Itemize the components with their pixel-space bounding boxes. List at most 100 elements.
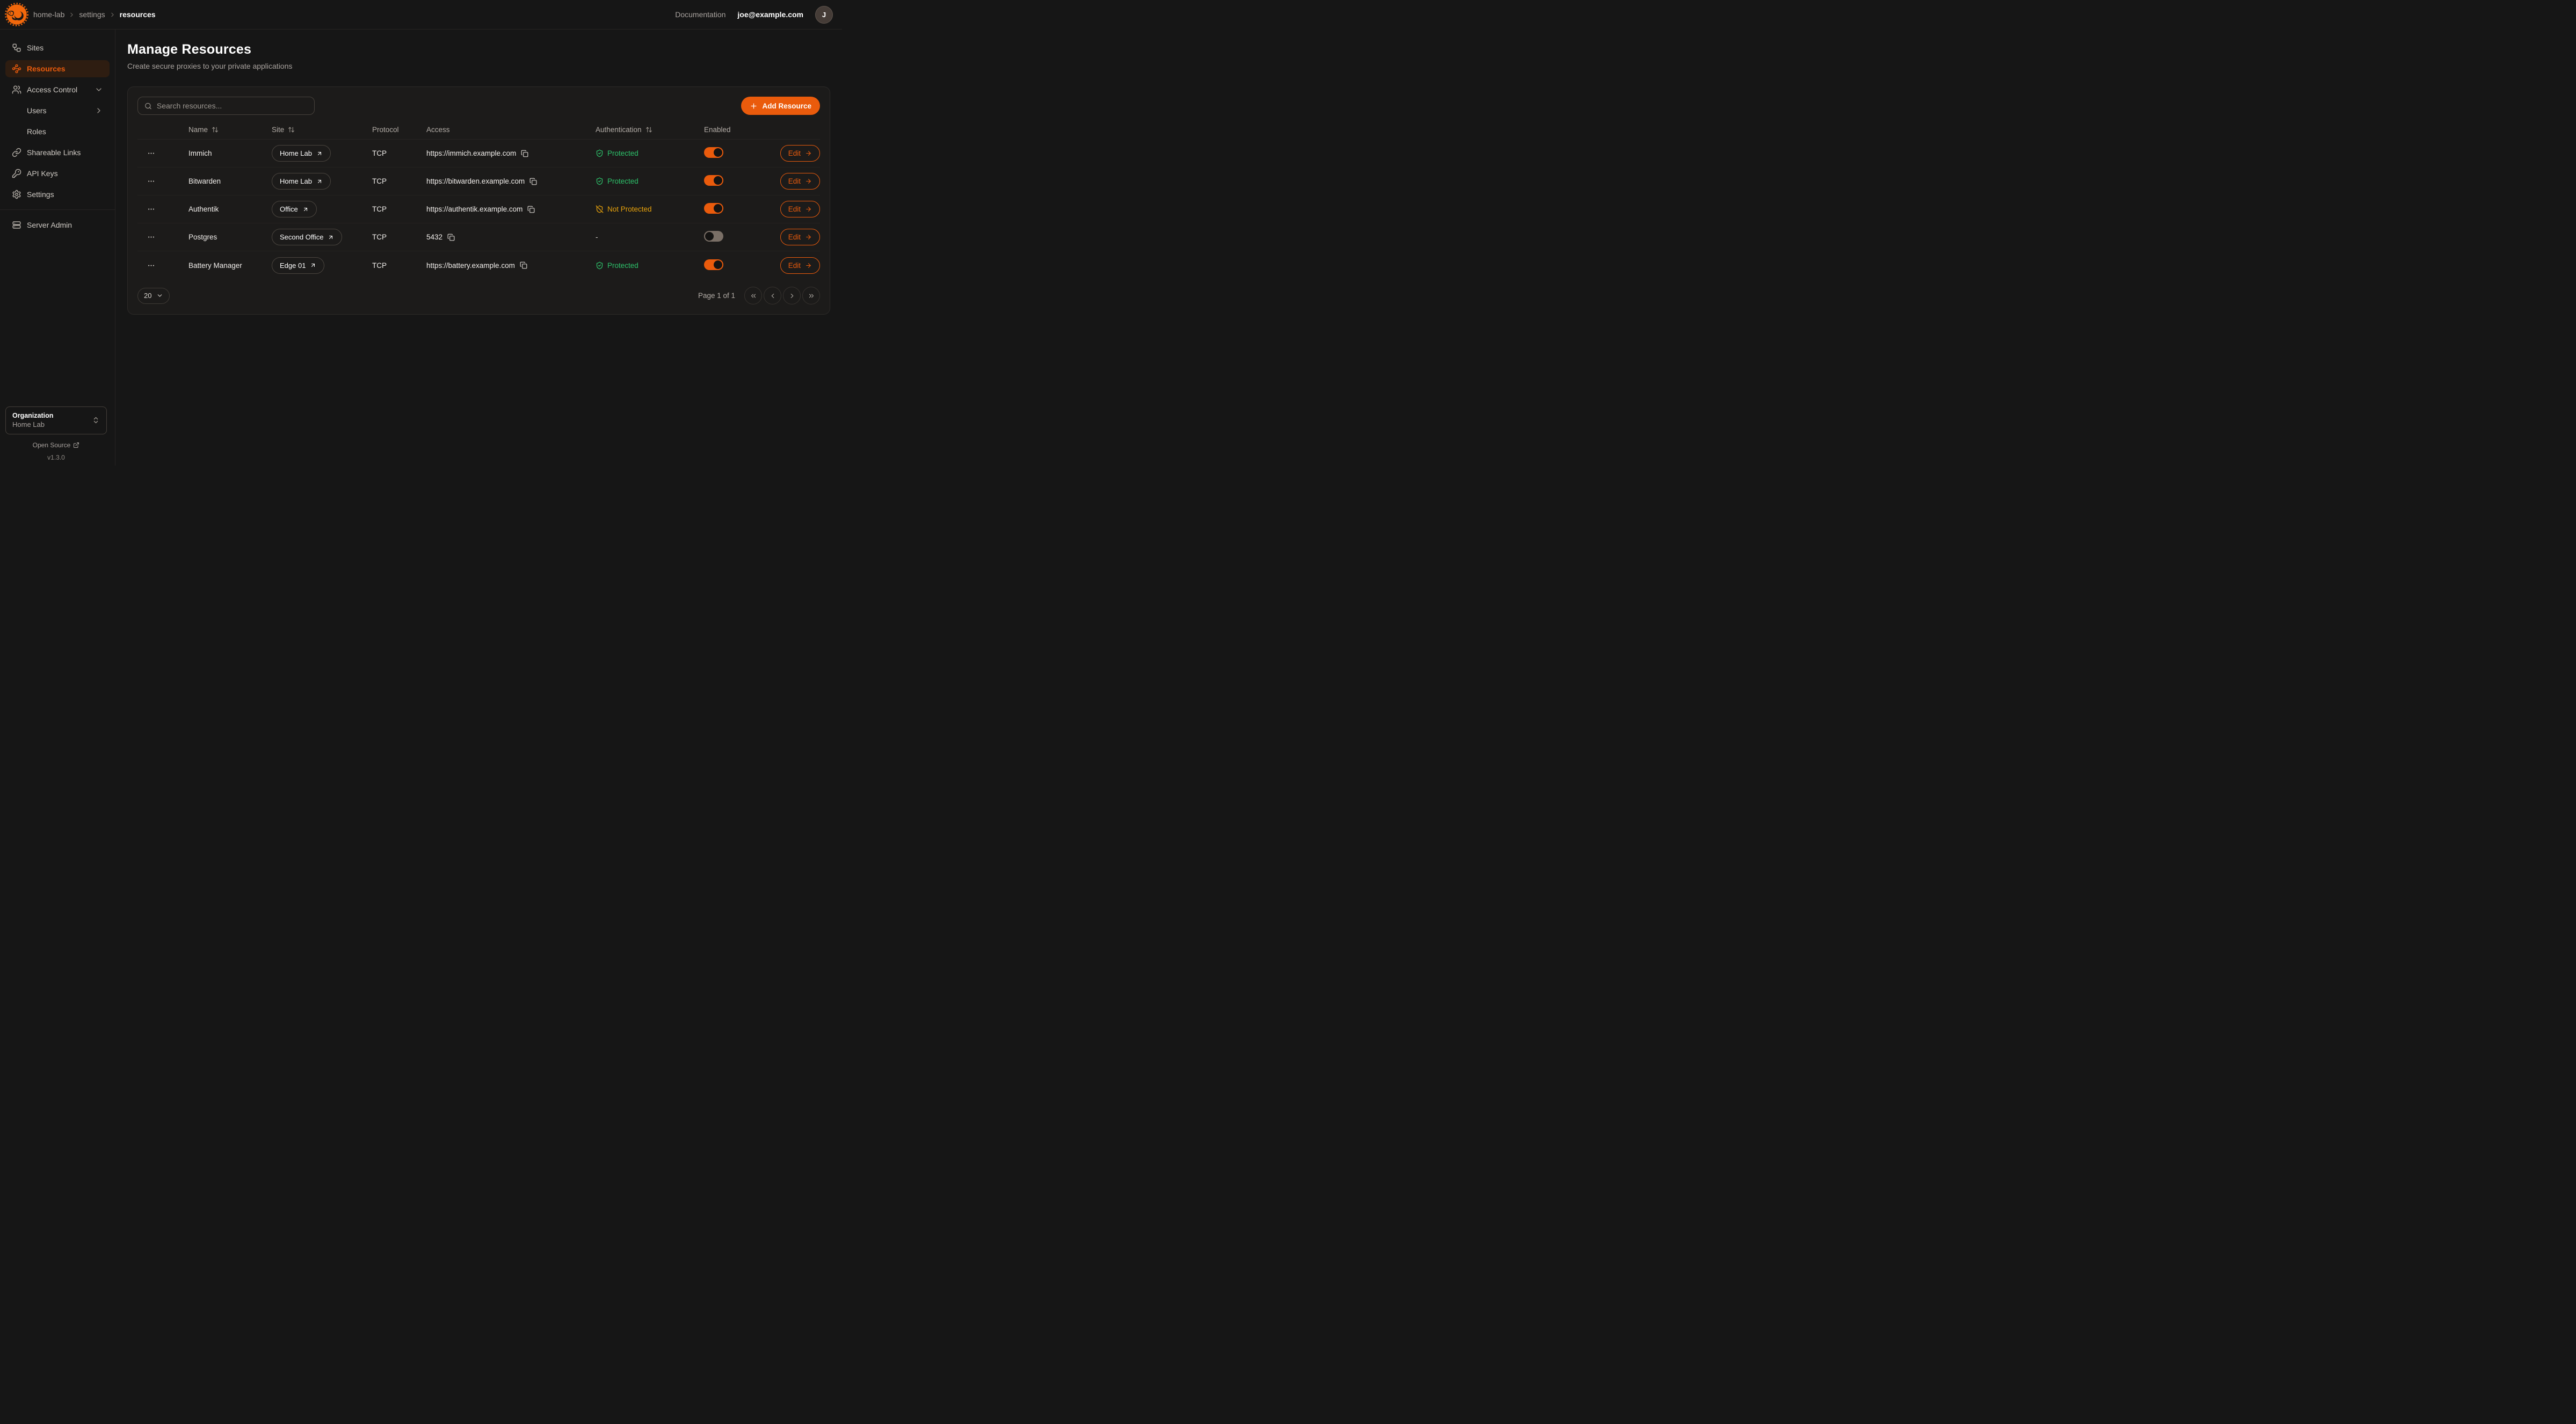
table-row: Bitwarden Home Lab TCP https://bitwarden… bbox=[137, 168, 820, 195]
edit-button[interactable]: Edit bbox=[780, 229, 820, 245]
page-size-select[interactable]: 20 bbox=[137, 288, 170, 304]
sidebar-item-shareable-links[interactable]: Shareable Links bbox=[5, 144, 110, 161]
row-menu-button[interactable] bbox=[145, 231, 157, 243]
copy-icon[interactable] bbox=[447, 234, 455, 241]
sidebar-item-access-control[interactable]: Access Control bbox=[5, 81, 110, 98]
row-menu-button[interactable] bbox=[145, 175, 157, 187]
avatar[interactable]: J bbox=[815, 6, 833, 24]
sidebar-item-sites[interactable]: Sites bbox=[5, 39, 110, 56]
column-header-authentication: Authentication bbox=[596, 126, 642, 134]
chevron-right-icon bbox=[95, 106, 103, 115]
site-link[interactable]: Edge 01 bbox=[272, 257, 324, 274]
sidebar: Sites Resources Access Control Users Rol… bbox=[0, 30, 115, 466]
next-page-button[interactable] bbox=[783, 287, 801, 304]
arrow-right-icon bbox=[805, 262, 812, 269]
resource-protocol: TCP bbox=[372, 233, 426, 241]
authentication-label: - bbox=[596, 233, 598, 241]
add-resource-button[interactable]: Add Resource bbox=[741, 97, 820, 115]
authentication-label: Not Protected bbox=[607, 205, 652, 213]
first-page-button[interactable] bbox=[744, 287, 762, 304]
row-menu-button[interactable] bbox=[145, 203, 157, 215]
search-input[interactable] bbox=[157, 101, 308, 110]
gear-icon bbox=[12, 190, 21, 199]
site-link[interactable]: Home Lab bbox=[272, 145, 331, 162]
version-label: v1.3.0 bbox=[0, 454, 112, 461]
resource-access: https://battery.example.com bbox=[426, 261, 515, 270]
edit-button-label: Edit bbox=[788, 177, 801, 185]
documentation-link[interactable]: Documentation bbox=[675, 10, 725, 19]
arrow-right-icon bbox=[805, 234, 812, 241]
column-header-protocol: Protocol bbox=[372, 126, 399, 134]
copy-icon[interactable] bbox=[527, 206, 535, 213]
resource-access: https://authentik.example.com bbox=[426, 205, 523, 213]
breadcrumb-settings[interactable]: settings bbox=[79, 10, 105, 19]
enabled-toggle[interactable] bbox=[704, 259, 723, 270]
resources-card: Add Resource Name Site Protocol Access A… bbox=[127, 86, 830, 315]
plus-icon bbox=[750, 102, 758, 110]
key-icon bbox=[12, 169, 21, 178]
open-source-link[interactable]: Open Source bbox=[33, 441, 80, 449]
copy-icon[interactable] bbox=[521, 150, 528, 157]
site-link[interactable]: Home Lab bbox=[272, 173, 331, 190]
chevron-down-icon bbox=[156, 292, 163, 299]
sites-icon bbox=[12, 43, 21, 53]
edit-button[interactable]: Edit bbox=[780, 201, 820, 217]
previous-page-button[interactable] bbox=[764, 287, 781, 304]
arrow-right-icon bbox=[805, 150, 812, 157]
sort-icon[interactable] bbox=[288, 126, 295, 133]
table-header: Name Site Protocol Access Authentication… bbox=[137, 120, 820, 140]
site-link[interactable]: Office bbox=[272, 201, 317, 217]
enabled-toggle[interactable] bbox=[704, 175, 723, 186]
topbar: home-lab settings resources Documentatio… bbox=[0, 0, 842, 30]
chevron-right-icon bbox=[68, 11, 75, 18]
sidebar-item-label: API Keys bbox=[27, 169, 58, 178]
arrow-right-icon bbox=[805, 178, 812, 185]
arrow-up-right-icon bbox=[316, 178, 323, 185]
organization-value: Home Lab bbox=[12, 420, 53, 430]
sidebar-item-resources[interactable]: Resources bbox=[5, 60, 110, 77]
breadcrumb: home-lab settings resources bbox=[33, 10, 156, 19]
breadcrumb-org[interactable]: home-lab bbox=[33, 10, 64, 19]
pangolin-logo bbox=[4, 2, 29, 27]
authentication-status: Protected bbox=[596, 261, 704, 270]
sort-icon[interactable] bbox=[212, 126, 219, 133]
chevron-right-icon bbox=[788, 292, 796, 300]
last-page-button[interactable] bbox=[802, 287, 820, 304]
resource-access: https://immich.example.com bbox=[426, 149, 516, 157]
sidebar-item-server-admin[interactable]: Server Admin bbox=[5, 216, 110, 234]
resource-protocol: TCP bbox=[372, 261, 426, 270]
user-email[interactable]: joe@example.com bbox=[737, 10, 803, 19]
table-row: Postgres Second Office TCP 5432 - Edit bbox=[137, 223, 820, 251]
sidebar-item-roles[interactable]: Roles bbox=[5, 123, 110, 140]
enabled-toggle[interactable] bbox=[704, 231, 723, 242]
edit-button-label: Edit bbox=[788, 149, 801, 157]
enabled-toggle[interactable] bbox=[704, 203, 723, 214]
search-icon bbox=[144, 102, 152, 110]
authentication-status: Protected bbox=[596, 177, 704, 185]
sidebar-item-api-keys[interactable]: API Keys bbox=[5, 165, 110, 182]
authentication-label: Protected bbox=[607, 177, 638, 185]
sidebar-item-users[interactable]: Users bbox=[5, 102, 110, 119]
enabled-toggle[interactable] bbox=[704, 147, 723, 158]
table-row: Immich Home Lab TCP https://immich.examp… bbox=[137, 140, 820, 168]
resource-name: Bitwarden bbox=[188, 177, 272, 185]
sort-icon[interactable] bbox=[645, 126, 652, 133]
column-header-name: Name bbox=[188, 126, 208, 134]
row-menu-button[interactable] bbox=[145, 259, 157, 272]
copy-icon[interactable] bbox=[529, 178, 537, 185]
site-link[interactable]: Second Office bbox=[272, 229, 342, 245]
resource-protocol: TCP bbox=[372, 149, 426, 157]
copy-icon[interactable] bbox=[520, 261, 527, 269]
sidebar-item-settings[interactable]: Settings bbox=[5, 186, 110, 203]
table-row: Battery Manager Edge 01 TCP https://batt… bbox=[137, 251, 820, 279]
edit-button[interactable]: Edit bbox=[780, 145, 820, 162]
row-menu-button[interactable] bbox=[145, 147, 157, 159]
edit-button[interactable]: Edit bbox=[780, 173, 820, 190]
authentication-label: Protected bbox=[607, 149, 638, 157]
organization-switcher[interactable]: Organization Home Lab bbox=[5, 406, 107, 434]
arrow-up-right-icon bbox=[302, 206, 309, 213]
external-link-icon bbox=[73, 442, 79, 448]
ellipsis-icon bbox=[147, 149, 155, 157]
shield-check-icon bbox=[596, 177, 604, 185]
edit-button[interactable]: Edit bbox=[780, 257, 820, 274]
